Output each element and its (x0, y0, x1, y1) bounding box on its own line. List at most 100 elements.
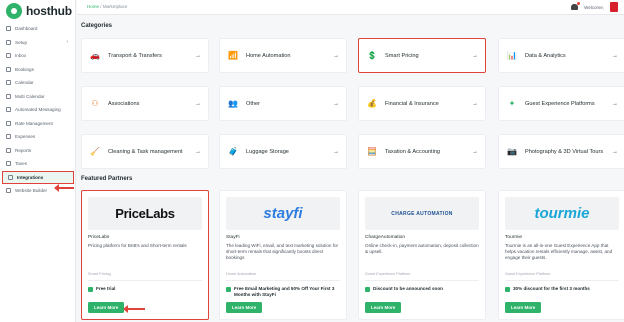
breadcrumb: Home / Marketplace (87, 4, 127, 9)
category-tile[interactable]: 👥 Other → (219, 86, 347, 121)
arrow-right-icon: → (195, 100, 201, 107)
sidebar-item-reports[interactable]: Reports (0, 144, 76, 158)
chevron-right-icon: › (66, 39, 68, 46)
sidebar-item-label: Website Builder (15, 188, 48, 194)
partner-category: Home Automation (226, 272, 340, 281)
learn-more-button[interactable]: Learn More (88, 302, 125, 313)
gift-icon (88, 287, 93, 292)
sidebar-item-dashboard[interactable]: Dashboard (0, 22, 76, 36)
sidebar-item-setup[interactable]: Setup › (0, 36, 76, 50)
camera-icon: 📷 (507, 146, 517, 156)
top-bar: Home / Marketplace Welcome, (77, 0, 624, 15)
learn-more-button[interactable]: Learn More (226, 302, 263, 313)
gift-icon (505, 287, 510, 292)
sidebar-item-rate-management[interactable]: Rate Management (0, 117, 76, 131)
user-area: Welcome, (571, 2, 618, 12)
category-tile[interactable]: 📶 Home Automation → (219, 38, 347, 73)
partner-card: tourmie Tourmie Tourmie is an all-in-one G… (498, 190, 624, 320)
sidebar-item-integrations[interactable]: Integrations (2, 170, 74, 184)
partner-description: Online check-in, payment automation, dep… (365, 243, 479, 255)
sidebar-item-calendar[interactable]: Calendar (0, 76, 76, 90)
arrow-right-icon: → (612, 100, 618, 107)
learn-more-button[interactable]: Learn More (365, 302, 402, 313)
arrow-right-icon: → (612, 148, 618, 155)
category-label: Other (246, 100, 260, 107)
dashboard-icon (6, 26, 11, 32)
category-label: Photography & 3D Virtual Tours (525, 148, 604, 155)
sidebar-item-label: Expenses (15, 134, 36, 140)
featured-partners-heading: Featured Partners (81, 176, 133, 182)
person-icon: 👥 (228, 98, 238, 108)
arrow-right-icon: → (472, 148, 478, 155)
gift-icon (226, 287, 231, 292)
avatar[interactable] (610, 2, 618, 12)
gear-icon (6, 39, 11, 45)
car-icon: 🚗 (90, 50, 100, 60)
network-icon: ⚇ (91, 98, 99, 108)
taxes-icon (6, 161, 11, 167)
category-label: Guest Experience Platforms (525, 100, 595, 107)
partner-offer: Free trial (88, 286, 202, 292)
broom-icon: 🧹 (90, 146, 100, 156)
puzzle-icon: ✦ (508, 98, 516, 108)
category-label: Transport & Transfers (108, 52, 162, 59)
partner-logo: PriceLabs (115, 206, 175, 221)
category-label: Financial & Insurance (385, 100, 439, 107)
breadcrumb-separator: / (100, 4, 102, 9)
bell-icon[interactable] (571, 2, 581, 10)
sidebar-item-taxes[interactable]: Taxes (0, 157, 76, 171)
partner-name: StayFi (226, 235, 240, 240)
breadcrumb-home[interactable]: Home (87, 4, 99, 9)
sidebar-item-expenses[interactable]: Expenses (0, 130, 76, 144)
partner-offer: Free Email Marketing and 50% Off Your Fi… (226, 286, 340, 299)
category-tile[interactable]: 📊 Data & Analytics → (498, 38, 624, 73)
partner-name: ChargeAutomation (365, 235, 405, 240)
category-label: Associations (108, 100, 140, 107)
partner-category: Guest Experience Platform (365, 272, 479, 281)
category-tile[interactable]: 🚗 Transport & Transfers → (81, 38, 209, 73)
partner-name: Tourmie (505, 235, 523, 240)
sidebar-item-bookings[interactable]: Bookings (0, 63, 76, 77)
calendar-icon (6, 80, 11, 86)
partner-description: Pricing platform for BnB's and Short-ter… (88, 243, 187, 248)
arrow-right-icon: → (333, 100, 339, 107)
inbox-icon (6, 53, 11, 59)
sidebar-item-label: Integrations (17, 174, 44, 180)
reports-icon (6, 147, 11, 153)
category-label: Luggage Storage (246, 148, 289, 155)
sidebar-item-multi-calendar[interactable]: Multi Calendar (0, 90, 76, 104)
welcome-text: Welcome, (584, 4, 604, 10)
partner-category: Smart Pricing (88, 272, 202, 281)
arrow-right-icon: → (612, 52, 618, 59)
category-tile[interactable]: 🧳 Luggage Storage → (219, 134, 347, 169)
arrow-right-icon: → (195, 52, 201, 59)
sidebar-item-inbox[interactable]: Inbox (0, 49, 76, 63)
partner-offer: Discount to be announced soon (365, 286, 479, 292)
category-tile[interactable]: 🧹 Cleaning & Task management → (81, 134, 209, 169)
category-tile[interactable]: 📷 Photography & 3D Virtual Tours → (498, 134, 624, 169)
sidebar: hosthub Dashboard Setup › Inbox Bookings … (0, 0, 76, 322)
brand-logo[interactable]: hosthub (6, 2, 72, 20)
breadcrumb-current: Marketplace (102, 4, 128, 9)
sidebar-item-label: Calendar (15, 80, 34, 86)
category-tile[interactable]: ✦ Guest Experience Platforms → (498, 86, 624, 121)
bookings-icon (6, 66, 11, 72)
partner-category: Guest Experience Platform (505, 272, 619, 281)
sidebar-item-label: Reports (15, 147, 32, 153)
arrow-right-icon: → (333, 52, 339, 59)
category-tile[interactable]: ⚇ Associations → (81, 86, 209, 121)
integrations-icon (8, 174, 13, 180)
learn-more-button[interactable]: Learn More (505, 302, 542, 313)
category-tile[interactable]: 🧮 Taxation & Accounting → (358, 134, 486, 169)
sidebar-item-label: Bookings (15, 66, 34, 72)
partner-logo-banner: PriceLabs (88, 197, 202, 230)
offer-text: 30% discount for the first 3 months (513, 286, 590, 291)
category-tile[interactable]: 💲 Smart Pricing → (358, 38, 486, 73)
sidebar-item-automated-messaging[interactable]: Automated Messaging (0, 103, 76, 117)
luggage-icon: 🧳 (228, 146, 238, 156)
category-tile[interactable]: 💰 Financial & Insurance → (358, 86, 486, 121)
partner-description: The leading WiFi, email, and text market… (226, 243, 339, 261)
arrow-right-icon: → (333, 148, 339, 155)
category-label: Home Automation (246, 52, 291, 59)
partner-name: PriceLabs (88, 235, 110, 240)
